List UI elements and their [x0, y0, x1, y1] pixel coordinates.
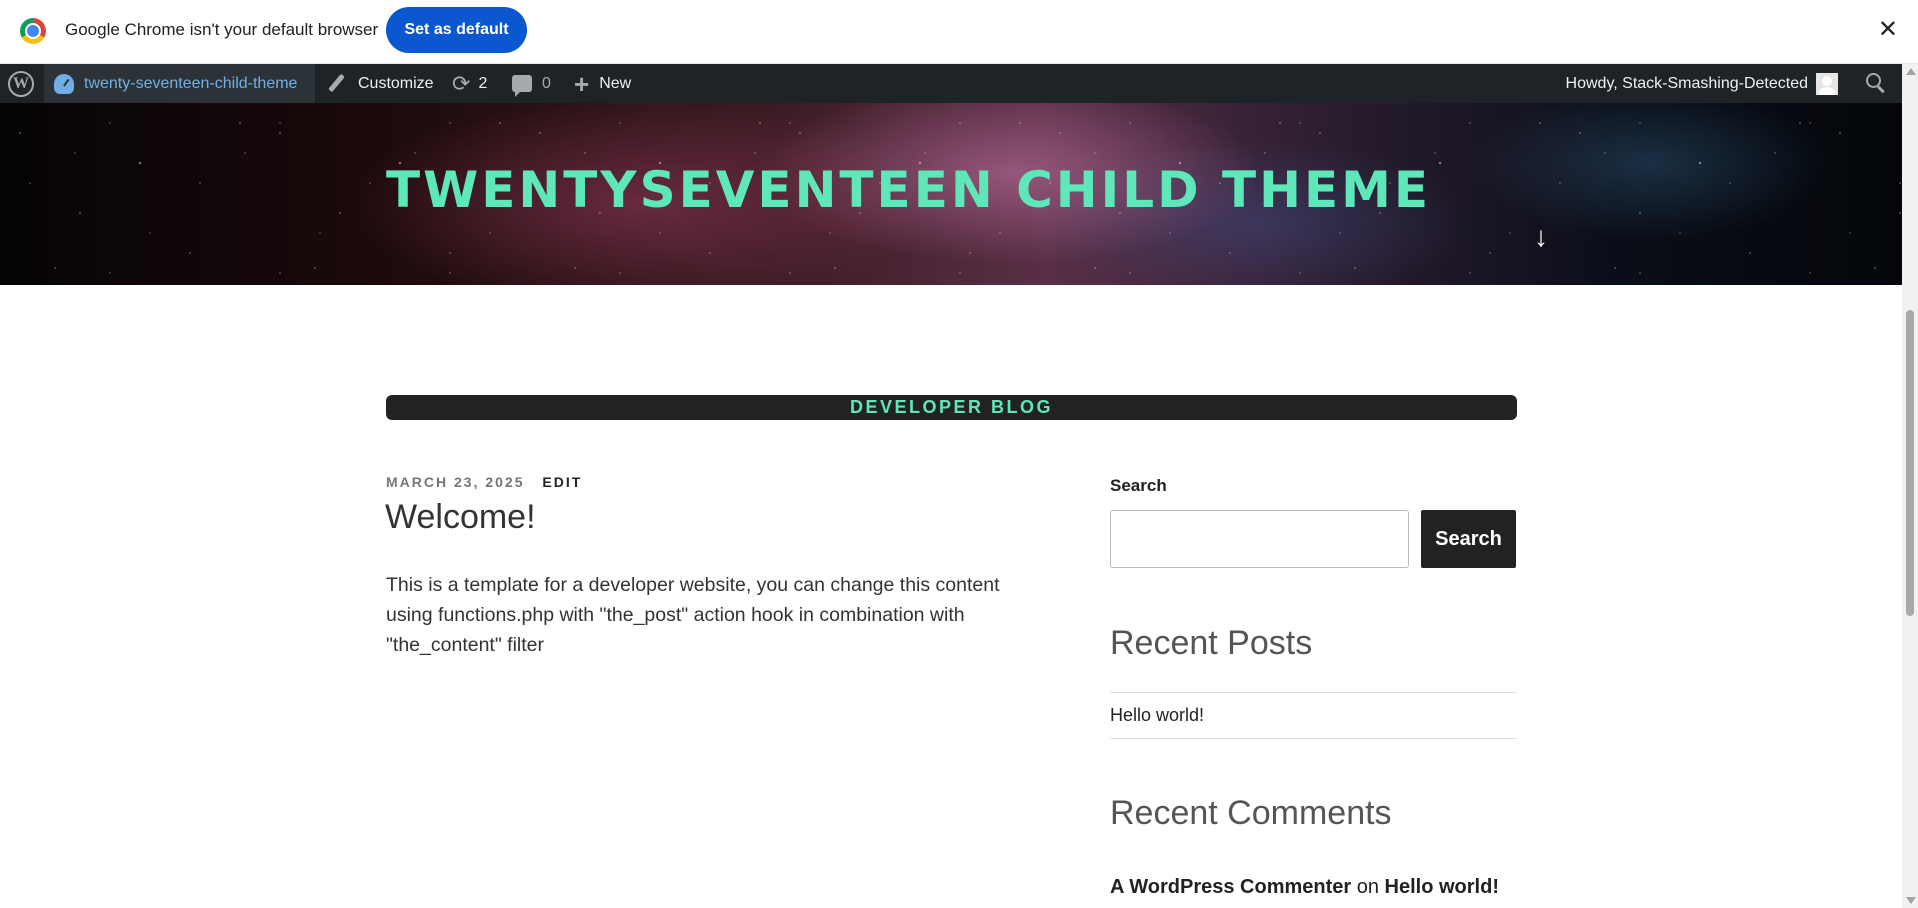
paintbrush-icon	[326, 74, 346, 94]
scrollbar-thumb[interactable]	[1906, 310, 1914, 616]
site-name-label: twenty-seventeen-child-theme	[84, 74, 298, 92]
post-title: Welcome!	[385, 498, 536, 536]
search-button[interactable]: Search	[1421, 510, 1516, 568]
comment-post-link[interactable]: Hello world!	[1385, 876, 1499, 898]
infobar-message: Google Chrome isn't your default browser	[65, 20, 379, 39]
developer-blog-banner: DEVELOPER BLOG	[386, 395, 1517, 420]
recent-comment-item: A WordPress Commenter on Hello world!	[1110, 876, 1499, 899]
search-icon[interactable]	[1866, 73, 1886, 93]
scroll-down-icon[interactable]	[1906, 897, 1916, 904]
recent-post-link[interactable]: Hello world!	[1110, 705, 1204, 726]
recent-posts-title: Recent Posts	[1110, 624, 1313, 662]
post-content: This is a template for a developer websi…	[386, 574, 1000, 656]
updates-count: 2	[478, 74, 488, 92]
scroll-up-icon[interactable]	[1906, 68, 1916, 75]
comment-on-text: on	[1356, 876, 1379, 898]
comment-author-link[interactable]: A WordPress Commenter	[1110, 876, 1351, 898]
site-title[interactable]: TWENTYSEVENTEEN CHILD THEME	[386, 165, 1431, 215]
dashboard-gauge-icon	[54, 73, 74, 94]
admin-bar-account[interactable]: Howdy, Stack-Smashing-Detected	[1566, 64, 1838, 103]
recent-post-item[interactable]: Hello world!	[1110, 692, 1517, 739]
recent-comments-title: Recent Comments	[1110, 794, 1392, 832]
wp-admin-bar: W twenty-seventeen-child-theme Customize…	[0, 64, 1902, 103]
comment-bubble-icon	[512, 75, 532, 97]
avatar	[1816, 72, 1838, 95]
post-meta: MARCH 23, 2025 EDIT	[386, 474, 582, 490]
default-browser-infobar: Google Chrome isn't your default browser…	[0, 0, 1918, 64]
howdy-label: Howdy, Stack-Smashing-Detected	[1565, 74, 1808, 92]
admin-bar-comments[interactable]: 0	[512, 64, 551, 103]
search-input[interactable]	[1110, 510, 1409, 568]
new-label: New	[599, 74, 632, 92]
wordpress-logo-icon[interactable]: W	[8, 71, 34, 97]
admin-bar-updates[interactable]: ⟳ 2	[452, 64, 487, 103]
admin-bar-customize[interactable]: Customize	[326, 64, 434, 103]
chrome-logo-icon	[20, 18, 46, 44]
updates-icon: ⟳	[452, 70, 471, 96]
comments-count: 0	[542, 74, 551, 92]
plus-icon: +	[574, 68, 590, 99]
set-as-default-button[interactable]: Set as default	[386, 7, 527, 53]
search-widget-label: Search	[1110, 476, 1167, 495]
edit-link[interactable]: EDIT	[542, 474, 582, 490]
site-header: TWENTYSEVENTEEN CHILD THEME ↓	[0, 103, 1902, 285]
admin-bar-site-name[interactable]: twenty-seventeen-child-theme	[44, 64, 315, 103]
customize-label: Customize	[358, 74, 434, 92]
admin-bar-new[interactable]: + New	[574, 64, 631, 103]
scroll-down-arrow-icon[interactable]: ↓	[1534, 223, 1548, 251]
page-scrollbar[interactable]	[1902, 64, 1918, 908]
close-icon[interactable]: ✕	[1878, 16, 1898, 44]
post-date[interactable]: MARCH 23, 2025	[386, 474, 525, 490]
